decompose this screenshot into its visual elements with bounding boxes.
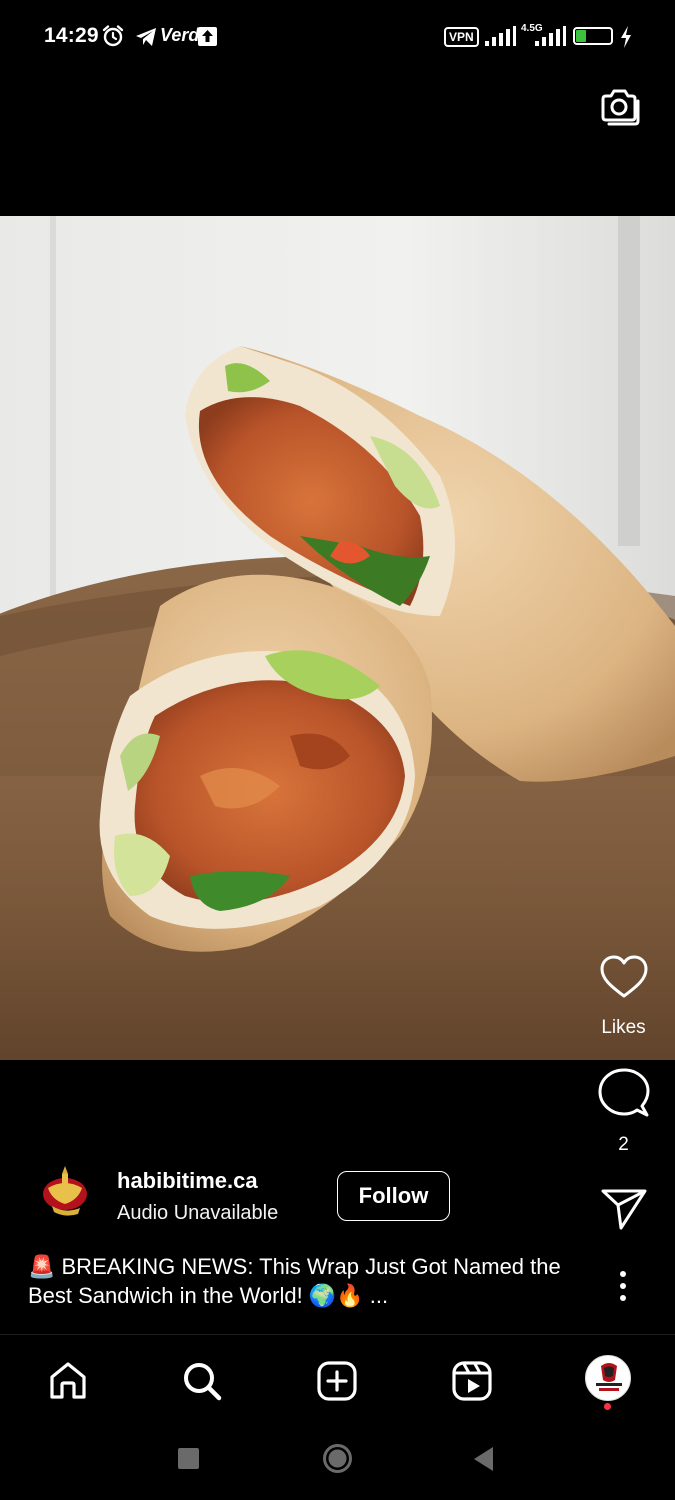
status-time: 14:29: [44, 24, 99, 47]
heart-icon[interactable]: [599, 954, 649, 1000]
upload-icon: [198, 27, 217, 46]
username[interactable]: habibitime.ca: [117, 1168, 258, 1194]
status-bar: 14:29 Verde VPN 4.5G 32: [0, 0, 675, 72]
recents-button[interactable]: [178, 1448, 199, 1469]
reels-icon: [452, 1361, 492, 1401]
follow-button[interactable]: Follow: [337, 1171, 450, 1221]
bottom-nav: [0, 1336, 675, 1426]
search-icon: [184, 1363, 222, 1401]
avatar[interactable]: [38, 1164, 92, 1220]
nav-create[interactable]: [312, 1356, 362, 1406]
nav-reels[interactable]: [447, 1356, 497, 1406]
likes-label[interactable]: Likes: [592, 1017, 655, 1039]
divider: [0, 1334, 675, 1335]
add-post-icon: [317, 1361, 357, 1401]
send-icon[interactable]: [601, 1188, 647, 1230]
comment-count[interactable]: 2: [592, 1134, 655, 1156]
alarm-icon: [102, 25, 124, 47]
nav-profile[interactable]: [585, 1355, 631, 1401]
post-image[interactable]: [0, 216, 675, 1060]
audio-label[interactable]: Audio Unavailable: [117, 1202, 278, 1225]
home-icon: [50, 1362, 86, 1399]
nav-search[interactable]: [177, 1356, 227, 1406]
camera-icon[interactable]: [599, 87, 641, 127]
telegram-icon: [136, 28, 156, 46]
vpn-badge: VPN: [444, 27, 479, 47]
battery-level: 32: [586, 29, 600, 43]
post-caption[interactable]: 🚨 BREAKING NEWS: This Wrap Just Got Name…: [28, 1252, 588, 1310]
profile-avatar-icon: [596, 1363, 622, 1391]
signal-icon: [535, 26, 566, 46]
back-button[interactable]: [473, 1446, 495, 1472]
signal-icon: [485, 26, 516, 46]
charging-icon: [621, 26, 631, 48]
notification-dot: [604, 1403, 611, 1410]
home-button[interactable]: [322, 1443, 353, 1474]
nav-home[interactable]: [43, 1356, 93, 1406]
more-vertical-icon[interactable]: [611, 1268, 635, 1304]
battery-icon: 32: [573, 27, 613, 45]
comment-icon[interactable]: [598, 1068, 650, 1118]
